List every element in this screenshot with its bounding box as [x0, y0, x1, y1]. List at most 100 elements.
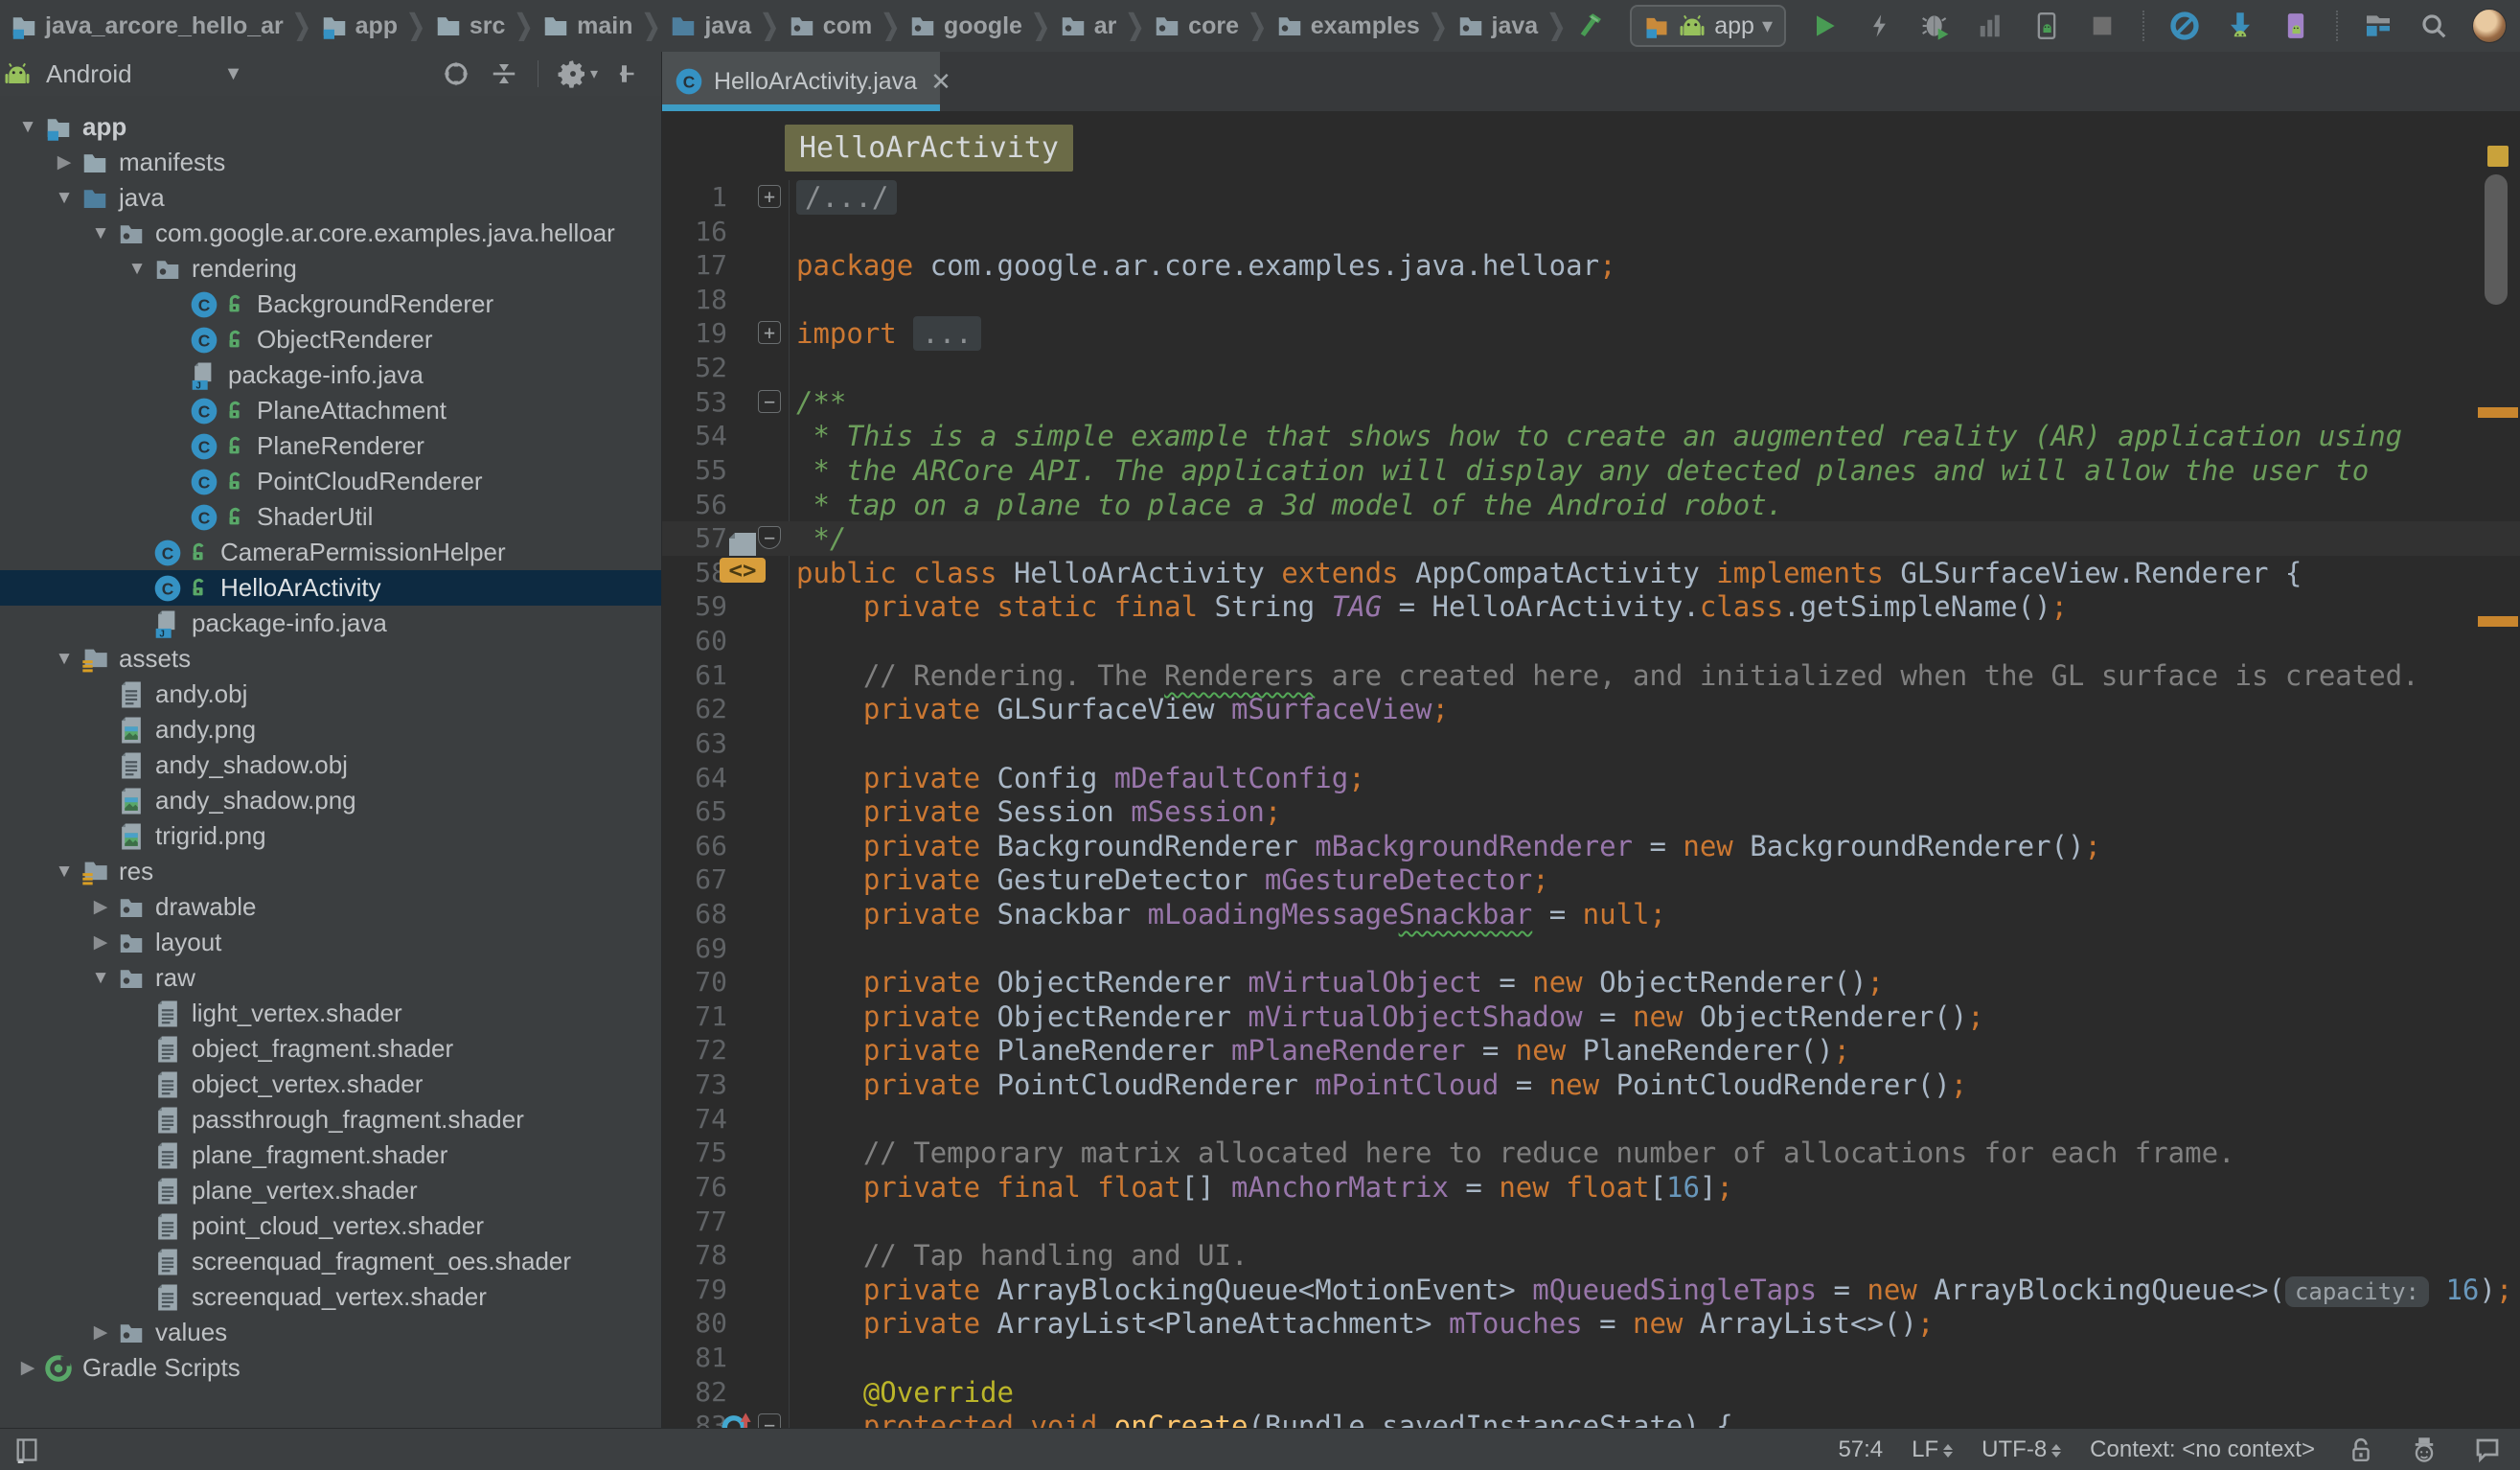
code-line-62[interactable]: 62 private GLSurfaceView mSurfaceView;	[662, 692, 2520, 726]
caret-position[interactable]: 57:4	[1838, 1436, 1883, 1463]
layout-inspector-button[interactable]	[2279, 9, 2313, 43]
code-line-17[interactable]: 17package com.google.ar.core.examples.ja…	[662, 248, 2520, 283]
tree-item-manifests[interactable]: ▶manifests	[0, 145, 661, 180]
make-project-button[interactable]	[1574, 9, 1609, 43]
avatar[interactable]	[2472, 9, 2507, 43]
inspection-status-icon[interactable]	[2487, 146, 2509, 167]
code-line-18[interactable]: 18	[662, 283, 2520, 317]
code-line-54[interactable]: 54 * This is a simple example that shows…	[662, 419, 2520, 453]
chevron-collapsed-icon[interactable]: ▶	[86, 931, 115, 953]
tree-item-layout[interactable]: ▶layout	[0, 925, 661, 960]
locate-icon[interactable]	[442, 59, 470, 88]
event-log-icon[interactable]	[2470, 1433, 2505, 1467]
tree-item-package-info.java[interactable]: Jpackage-info.java	[0, 606, 661, 641]
tree-item-HelloArActivity[interactable]: CHelloArActivity	[0, 570, 661, 606]
highlighting-level-icon[interactable]	[2407, 1433, 2441, 1467]
run-configuration-selector[interactable]: app▾	[1630, 5, 1786, 47]
chevron-expanded-icon[interactable]: ▼	[86, 968, 115, 989]
code-line-53[interactable]: 53−/**	[662, 385, 2520, 420]
tree-item-values[interactable]: ▶values	[0, 1315, 661, 1350]
tree-item-assets[interactable]: ▼assets	[0, 641, 661, 677]
project-view-selector[interactable]: Android	[46, 59, 132, 89]
chevron-down-icon[interactable]: ▼	[224, 63, 243, 85]
breadcrumb-item-src[interactable]: src	[434, 11, 506, 40]
code-line-59[interactable]: 59 private static final String TAG = Hel…	[662, 589, 2520, 624]
tree-item-raw[interactable]: ▼raw	[0, 960, 661, 996]
code-line-72[interactable]: 72 private PlaneRenderer mPlaneRenderer …	[662, 1033, 2520, 1068]
breadcrumb-item-com[interactable]: com	[788, 11, 872, 40]
close-icon[interactable]: ✕	[930, 67, 951, 97]
fold-expand-icon[interactable]: +	[758, 185, 781, 208]
code-line-69[interactable]: 69	[662, 931, 2520, 966]
tree-item-object_vertex.shader[interactable]: object_vertex.shader	[0, 1067, 661, 1102]
fold-expand-icon[interactable]: +	[758, 321, 781, 344]
code-line-19[interactable]: 19+import ...	[662, 316, 2520, 351]
tree-item-plane_vertex.shader[interactable]: plane_vertex.shader	[0, 1173, 661, 1208]
encoding-widget[interactable]: UTF-8	[1982, 1436, 2061, 1463]
panel-splitter[interactable]	[661, 52, 662, 1428]
related-layout-file-icon[interactable]: <>	[718, 531, 767, 590]
breadcrumb-item-java[interactable]: java	[669, 11, 751, 40]
code-line-61[interactable]: 61 // Rendering. The Renderers are creat…	[662, 658, 2520, 693]
profile-avatar[interactable]	[2472, 9, 2507, 43]
code-line-81[interactable]: 81	[662, 1341, 2520, 1375]
breadcrumb-item-core[interactable]: core	[1153, 11, 1239, 40]
breadcrumb-item-ar[interactable]: ar	[1059, 11, 1117, 40]
chevron-collapsed-icon[interactable]: ▶	[86, 1321, 115, 1344]
code-line-74[interactable]: 74	[662, 1102, 2520, 1137]
chevron-expanded-icon[interactable]: ▼	[50, 649, 79, 670]
tree-item-com.google.ar.core.examples.java.helloar[interactable]: ▼com.google.ar.core.examples.java.helloa…	[0, 216, 661, 251]
tree-item-Gradle Scripts[interactable]: ▶Gradle Scripts	[0, 1350, 661, 1386]
fold-collapse-icon[interactable]: −	[758, 1413, 781, 1428]
chevron-collapsed-icon[interactable]: ▶	[13, 1357, 42, 1379]
breadcrumb-item-app[interactable]: app	[320, 11, 398, 40]
code-line-70[interactable]: 70 private ObjectRenderer mVirtualObject…	[662, 965, 2520, 999]
tree-item-PlaneRenderer[interactable]: CPlaneRenderer	[0, 428, 661, 464]
code-line-52[interactable]: 52	[662, 351, 2520, 385]
breadcrumb-item-java_arcore_hello_ar[interactable]: java_arcore_hello_ar	[10, 11, 284, 40]
code-line-55[interactable]: 55 * the ARCore API. The application wil…	[662, 453, 2520, 488]
code-line-79[interactable]: 79 private ArrayBlockingQueue<MotionEven…	[662, 1273, 2520, 1307]
tool-windows-button[interactable]	[2361, 9, 2395, 43]
code-line-83[interactable]: 83− protected void onCreate(Bundle saved…	[662, 1409, 2520, 1428]
code-line-67[interactable]: 67 private GestureDetector mGestureDetec…	[662, 862, 2520, 897]
avd-manager-button[interactable]	[2167, 9, 2202, 43]
chevron-expanded-icon[interactable]: ▼	[13, 117, 42, 138]
code-line-64[interactable]: 64 private Config mDefaultConfig;	[662, 761, 2520, 795]
chevron-expanded-icon[interactable]: ▼	[86, 223, 115, 244]
context-widget[interactable]: Context: <no context>	[2090, 1436, 2315, 1463]
code-line-73[interactable]: 73 private PointCloudRenderer mPointClou…	[662, 1068, 2520, 1102]
overriding-method-icon[interactable]	[722, 1412, 754, 1428]
tree-item-andy_shadow.obj[interactable]: andy_shadow.obj	[0, 747, 661, 783]
run-button[interactable]	[1807, 9, 1842, 43]
code-line-65[interactable]: 65 private Session mSession;	[662, 794, 2520, 829]
sdk-manager-button[interactable]	[2223, 9, 2257, 43]
tree-item-point_cloud_vertex.shader[interactable]: point_cloud_vertex.shader	[0, 1208, 661, 1244]
editor-scrollbar[interactable]	[2485, 174, 2508, 305]
code-line-82[interactable]: 82 @Override	[662, 1375, 2520, 1410]
tab-helloaractivity[interactable]: C HelloArActivity.java ✕	[662, 52, 940, 111]
code-line-16[interactable]: 16	[662, 215, 2520, 249]
settings-gear-icon[interactable]: ▾	[558, 58, 598, 89]
tree-item-andy_shadow.png[interactable]: andy_shadow.png	[0, 783, 661, 818]
tree-item-andy.png[interactable]: andy.png	[0, 712, 661, 747]
chevron-collapsed-icon[interactable]: ▶	[86, 896, 115, 918]
code-line-57[interactable]: 57− */	[662, 521, 2520, 556]
code-line-1[interactable]: 1+/.../	[662, 180, 2520, 215]
code-line-66[interactable]: 66 private BackgroundRenderer mBackgroun…	[662, 829, 2520, 863]
tree-item-res[interactable]: ▼res	[0, 854, 661, 889]
code-line-56[interactable]: 56 * tap on a plane to place a 3d model …	[662, 488, 2520, 522]
code-line-78[interactable]: 78 // Tap handling and UI.	[662, 1238, 2520, 1273]
apply-changes-button[interactable]	[1863, 9, 1897, 43]
tree-item-screenquad_fragment_oes.shader[interactable]: screenquad_fragment_oes.shader	[0, 1244, 661, 1279]
tree-item-rendering[interactable]: ▼rendering	[0, 251, 661, 287]
tree-item-plane_fragment.shader[interactable]: plane_fragment.shader	[0, 1137, 661, 1173]
code-line-63[interactable]: 63	[662, 726, 2520, 761]
stop-button[interactable]	[2085, 9, 2119, 43]
chevron-collapsed-icon[interactable]: ▶	[50, 151, 79, 173]
code-line-76[interactable]: 76 private final float[] mAnchorMatrix =…	[662, 1170, 2520, 1205]
tree-item-drawable[interactable]: ▶drawable	[0, 889, 661, 925]
breadcrumb-item-google[interactable]: google	[908, 11, 1022, 40]
tool-window-switcher[interactable]	[0, 1436, 40, 1463]
hide-panel-icon[interactable]	[617, 59, 646, 88]
